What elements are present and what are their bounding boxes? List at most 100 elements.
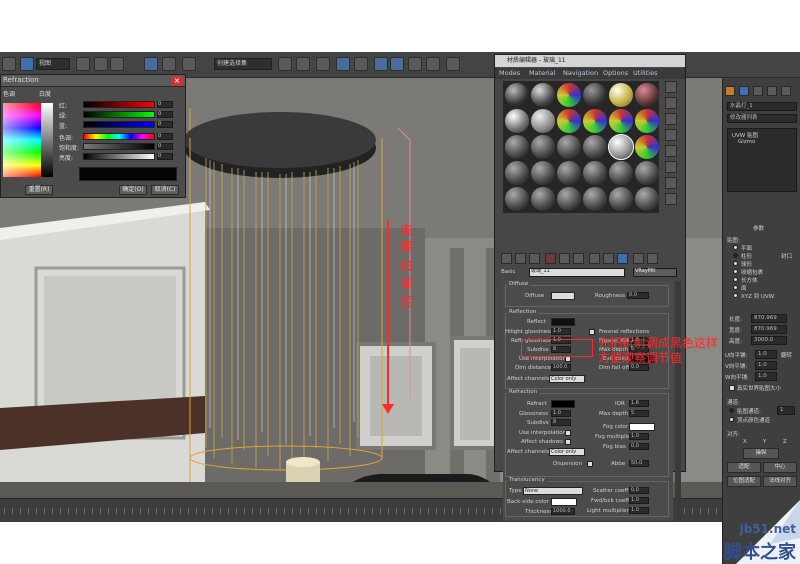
fog-bias-field[interactable]: 0.0	[629, 443, 649, 450]
sample-slot[interactable]	[557, 109, 581, 133]
affect-shadows-checkbox[interactable]	[565, 439, 571, 445]
reflect-swatch[interactable]	[551, 318, 575, 326]
mapping-radio-planar[interactable]	[733, 245, 738, 250]
ok-button[interactable]: 确定(O)	[119, 185, 147, 195]
saturation-slider[interactable]	[83, 143, 155, 150]
assign-to-selection-icon[interactable]	[529, 253, 540, 264]
percent-snap-icon[interactable]	[182, 57, 196, 71]
select-link-icon[interactable]	[20, 57, 34, 71]
fresnel-checkbox[interactable]	[589, 329, 595, 335]
mapping-radio-face[interactable]	[733, 285, 738, 290]
render-frame-icon[interactable]	[408, 57, 422, 71]
mapping-radio-shrinkwrap[interactable]	[733, 269, 738, 274]
render-setup-icon[interactable]	[390, 57, 404, 71]
center-button[interactable]: 中心	[763, 462, 797, 473]
reset-map-icon[interactable]	[545, 253, 556, 264]
modify-tab-icon[interactable]	[739, 86, 749, 96]
axis-z[interactable]: Z	[783, 439, 787, 445]
whiteness-strip[interactable]	[41, 103, 53, 177]
map-channel-radio[interactable]	[729, 408, 734, 413]
menu-navigation[interactable]: Navigation	[563, 69, 598, 77]
sample-slot[interactable]	[531, 161, 555, 185]
hierarchy-tab-icon[interactable]	[753, 86, 763, 96]
menu-options[interactable]: Options	[603, 69, 628, 77]
options-icon[interactable]	[665, 177, 677, 189]
refr-use-interp-checkbox[interactable]	[565, 430, 571, 436]
sample-slot[interactable]	[583, 187, 607, 211]
sample-slot[interactable]	[583, 109, 607, 133]
u-tile-field[interactable]: 1.0	[755, 350, 777, 359]
get-material-icon[interactable]	[501, 253, 512, 264]
dim-distance-field[interactable]: 100.0	[551, 364, 571, 371]
snap-icon[interactable]	[144, 57, 158, 71]
sample-slot[interactable]	[609, 83, 633, 107]
hilight-gloss-field[interactable]: 1.0	[551, 328, 571, 335]
height-field[interactable]: 3000.0	[751, 336, 787, 345]
material-name-field[interactable]: 玻璃_11	[529, 268, 625, 277]
material-id-icon[interactable]	[589, 253, 600, 264]
stack-item-uvw[interactable]: UVW 贴图	[732, 131, 758, 139]
angle-snap-icon[interactable]	[162, 57, 176, 71]
select-by-material-icon[interactable]	[665, 193, 677, 205]
material-sample-slots[interactable]	[503, 81, 659, 213]
sample-slot[interactable]	[505, 187, 529, 211]
saturation-spinner[interactable]: 0	[157, 143, 173, 150]
object-name-field[interactable]: 水晶灯_1	[727, 102, 797, 111]
menu-material[interactable]: Material	[529, 69, 555, 77]
sample-slot[interactable]	[531, 187, 555, 211]
background-icon[interactable]	[665, 113, 677, 125]
menu-modes[interactable]: Modes	[499, 69, 520, 77]
blue-spinner[interactable]: 0	[157, 121, 173, 128]
sample-slot[interactable]	[531, 109, 555, 133]
translucency-type-dropdown[interactable]: None	[523, 487, 583, 495]
show-end-result-icon[interactable]	[617, 253, 628, 264]
v-tile-field[interactable]: 1.0	[755, 361, 777, 370]
axis-y[interactable]: Y	[763, 439, 766, 445]
bitmap-fit-button[interactable]: 位图适配	[727, 476, 761, 487]
sample-slot[interactable]	[505, 161, 529, 185]
axis-x[interactable]: X	[743, 439, 747, 445]
hue-slider[interactable]	[83, 133, 155, 140]
align-icon[interactable]	[296, 57, 310, 71]
reset-button[interactable]: 重置(R)	[25, 185, 53, 195]
select-object-icon[interactable]	[76, 57, 90, 71]
abbe-field[interactable]: 50.0	[629, 460, 649, 467]
refr-max-depth-field[interactable]: 5	[629, 410, 649, 417]
make-unique-icon[interactable]	[559, 253, 570, 264]
material-editor-titlebar[interactable]: 材质编辑器 - 玻璃_11	[495, 55, 685, 67]
color-dialog-titlebar[interactable]: Refraction ×	[1, 75, 185, 87]
display-tab-icon[interactable]	[781, 86, 791, 96]
sample-slot[interactable]	[635, 135, 659, 159]
sample-slot[interactable]	[531, 135, 555, 159]
mapping-radio-box[interactable]	[733, 277, 738, 282]
stack-item-gizmo[interactable]: Gizmo	[738, 139, 755, 145]
view-dropdown[interactable]: 视图	[36, 58, 70, 70]
sample-slot[interactable]	[505, 135, 529, 159]
close-icon[interactable]: ×	[171, 76, 183, 86]
sample-slot[interactable]	[635, 187, 659, 211]
hue-spinner[interactable]: 0	[157, 133, 173, 140]
refract-swatch[interactable]	[551, 400, 575, 408]
diffuse-swatch[interactable]	[551, 292, 575, 300]
sample-slot[interactable]	[609, 161, 633, 185]
make-preview-icon[interactable]	[665, 161, 677, 173]
sample-slot[interactable]	[557, 161, 581, 185]
selection-set-dropdown[interactable]: 创建选择集	[214, 58, 272, 70]
sample-slot[interactable]	[635, 83, 659, 107]
vertex-channel-radio[interactable]	[729, 417, 734, 422]
video-check-icon[interactable]	[665, 145, 677, 157]
layer-icon[interactable]	[316, 57, 330, 71]
manipulate-button[interactable]: 操纵	[743, 448, 779, 459]
mapping-radio-cylindrical[interactable]	[733, 253, 738, 258]
fog-multiplier-field[interactable]: 1.0	[629, 433, 649, 440]
material-editor-icon[interactable]	[374, 57, 388, 71]
sample-slot[interactable]	[505, 83, 529, 107]
sample-slot[interactable]	[583, 83, 607, 107]
length-field[interactable]: 870.969	[751, 314, 787, 323]
mirror-icon[interactable]	[278, 57, 292, 71]
uv-tiling-icon[interactable]	[665, 129, 677, 141]
light-multiplier-field[interactable]: 1.0	[629, 507, 649, 514]
sample-slot-active[interactable]	[608, 134, 634, 160]
sample-slot[interactable]	[505, 109, 529, 133]
cancel-button[interactable]: 取消(C)	[151, 185, 179, 195]
